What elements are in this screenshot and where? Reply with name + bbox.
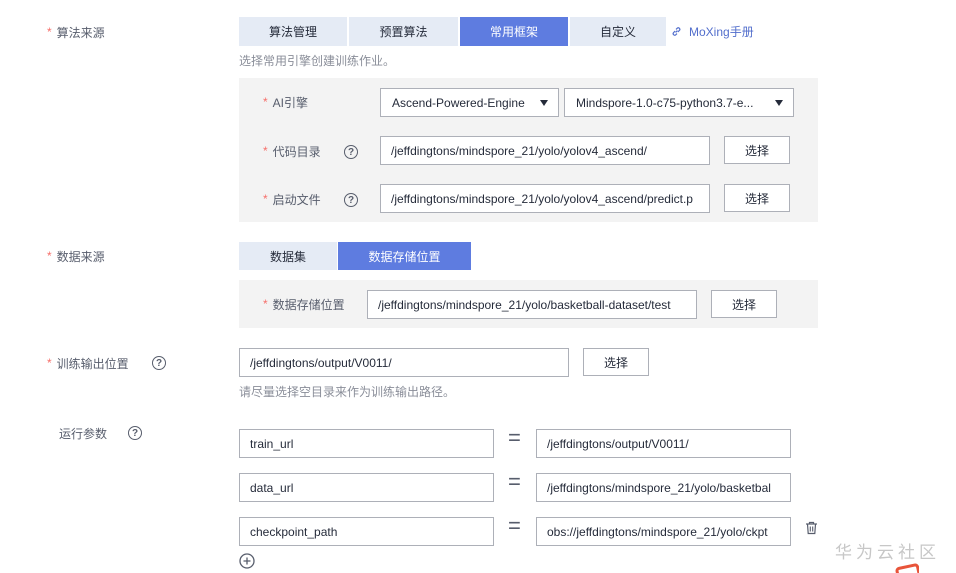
- watermark-text: 华为云社区: [835, 543, 940, 562]
- help-icon[interactable]: ?: [152, 356, 166, 370]
- tab-custom[interactable]: 自定义: [570, 17, 666, 46]
- param-key-input[interactable]: checkpoint_path: [239, 517, 494, 546]
- equals-sign: =: [508, 469, 521, 494]
- algorithm-source-tabs: 算法管理 预置算法 常用框架 自定义: [239, 17, 666, 46]
- ai-engine-select[interactable]: Ascend-Powered-Engine: [380, 88, 559, 117]
- output-hint: 请尽量选择空目录来作为训练输出路径。: [239, 385, 456, 399]
- help-icon[interactable]: ?: [128, 426, 142, 440]
- storage-location-label: * 数据存储位置: [263, 297, 345, 312]
- code-dir-input[interactable]: /jeffdingtons/mindspore_21/yolo/yolov4_a…: [380, 136, 710, 165]
- add-circle-icon[interactable]: [239, 553, 255, 569]
- output-location-label: * 训练输出位置: [47, 356, 129, 371]
- tab-dataset[interactable]: 数据集: [239, 242, 337, 270]
- equals-sign: =: [508, 425, 521, 450]
- boot-file-label: * 启动文件: [263, 192, 321, 207]
- tab-common-framework[interactable]: 常用框架: [460, 17, 568, 46]
- boot-file-select-button[interactable]: 选择: [724, 184, 790, 212]
- caret-down-icon: [540, 99, 548, 106]
- equals-sign: =: [508, 513, 521, 538]
- link-icon: [672, 26, 681, 36]
- tab-data-storage[interactable]: 数据存储位置: [338, 242, 471, 270]
- tab-preset-algorithm[interactable]: 预置算法: [349, 17, 458, 46]
- engine-version-select[interactable]: Mindspore-1.0-c75-python3.7-e...: [564, 88, 794, 117]
- algorithm-source-hint: 选择常用引擎创建训练作业。: [239, 54, 396, 68]
- param-value-input[interactable]: /jeffdingtons/output/V0011/: [536, 429, 791, 458]
- tab-algorithm-management[interactable]: 算法管理: [239, 17, 347, 46]
- watermark-logo: [895, 563, 919, 573]
- param-key-input[interactable]: data_url: [239, 473, 494, 502]
- param-value-input[interactable]: /jeffdingtons/mindspore_21/yolo/basketba…: [536, 473, 791, 502]
- trash-icon[interactable]: [805, 521, 818, 535]
- moxing-manual-link[interactable]: MoXing手册: [671, 23, 754, 39]
- storage-select-button[interactable]: 选择: [711, 290, 777, 318]
- output-location-input[interactable]: /jeffdingtons/output/V0011/: [239, 348, 569, 377]
- output-select-button[interactable]: 选择: [583, 348, 649, 376]
- code-dir-label: * 代码目录: [263, 144, 321, 159]
- algorithm-source-label: * 算法来源: [47, 25, 105, 40]
- ai-engine-label: * AI引擎: [263, 95, 309, 110]
- help-icon[interactable]: ?: [344, 145, 358, 159]
- code-dir-select-button[interactable]: 选择: [724, 136, 790, 164]
- caret-down-icon: [775, 99, 783, 106]
- data-source-tabs: 数据集 数据存储位置: [239, 242, 471, 270]
- param-value-input[interactable]: obs://jeffdingtons/mindspore_21/yolo/ckp…: [536, 517, 791, 546]
- data-source-label: * 数据来源: [47, 249, 105, 264]
- storage-location-input[interactable]: /jeffdingtons/mindspore_21/yolo/basketba…: [367, 290, 697, 319]
- run-params-label: 运行参数: [59, 426, 108, 441]
- param-key-input[interactable]: train_url: [239, 429, 494, 458]
- help-icon[interactable]: ?: [344, 193, 358, 207]
- boot-file-input[interactable]: /jeffdingtons/mindspore_21/yolo/yolov4_a…: [380, 184, 710, 213]
